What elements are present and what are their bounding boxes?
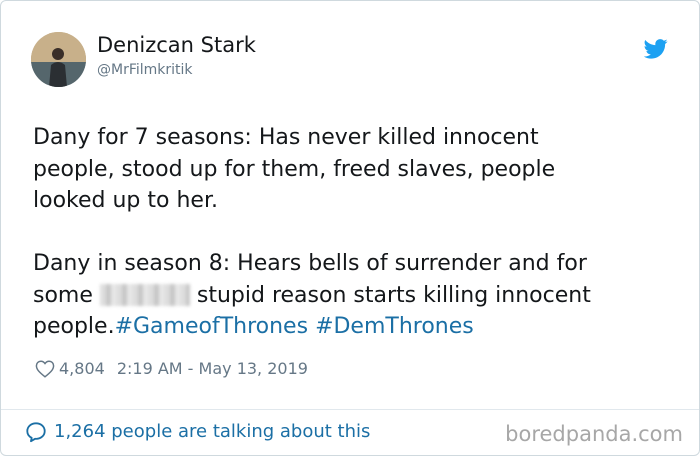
hashtag-link[interactable]: #GameofThrones xyxy=(115,314,308,339)
tweet-word: some xyxy=(33,282,93,308)
heart-icon[interactable] xyxy=(35,360,55,378)
chat-bubble-icon xyxy=(26,422,46,443)
tweet-line: people, stood up for them, freed slaves,… xyxy=(33,156,556,182)
tweet-words: stupid reason starts killing innocent xyxy=(196,282,591,308)
tweet-card: Denizcan Stark @MrFilmkritik Dany for 7 … xyxy=(0,0,700,456)
tweet-line: people.#GameofThrones #DemThrones xyxy=(33,311,683,343)
tweet-line: Dany for 7 seasons: Has never killed inn… xyxy=(33,125,539,150)
author-name[interactable]: Denizcan Stark xyxy=(97,31,256,59)
tweet-text: Dany for 7 seasons: Has never killed inn… xyxy=(33,122,683,343)
twitter-bird-icon[interactable] xyxy=(644,39,668,59)
censored-word xyxy=(99,283,190,306)
divider xyxy=(1,409,699,410)
like-count[interactable]: 4,804 xyxy=(59,358,105,380)
tweet-timestamp[interactable]: 2:19 AM - May 13, 2019 xyxy=(117,358,308,380)
tweet-line: Dany in season 8: Hears bells of surrend… xyxy=(33,251,587,276)
avatar[interactable] xyxy=(31,32,86,87)
conversation-label: 1,264 people are talking about this xyxy=(54,421,371,442)
tweet-meta: 4,804 2:19 AM - May 13, 2019 xyxy=(35,358,308,380)
conversation-link[interactable]: 1,264 people are talking about this xyxy=(25,420,370,444)
hashtag-link[interactable]: #DemThrones xyxy=(315,314,474,339)
watermark: boredpanda.com xyxy=(505,422,683,446)
author-handle[interactable]: @MrFilmkritik xyxy=(97,61,193,79)
tweet-line: looked up to her. xyxy=(33,188,218,213)
tweet-line: some stupid reason starts killing innoce… xyxy=(33,280,683,312)
tweet-word: people. xyxy=(33,314,115,339)
